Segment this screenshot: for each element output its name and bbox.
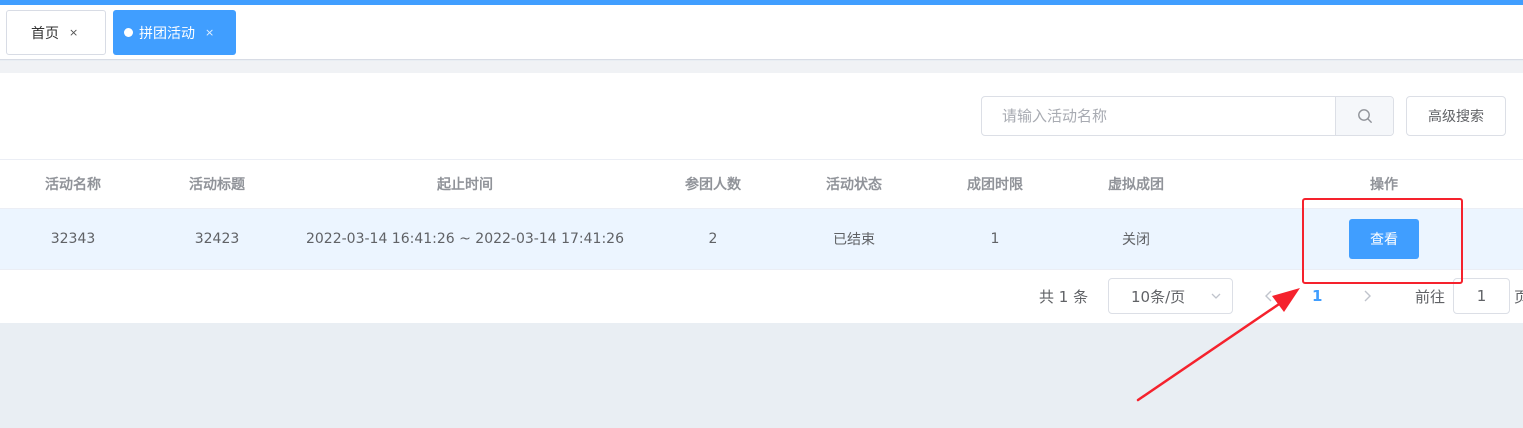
- goto-page-input[interactable]: 1: [1453, 278, 1510, 314]
- tab-group-buy-label: 拼团活动: [139, 25, 195, 42]
- header-activity-title: 活动标题: [189, 177, 245, 193]
- table-header: 活动名称 活动标题 起止时间 参团人数 活动状态 成团时限 虚拟成团 操作: [0, 159, 1523, 209]
- close-icon[interactable]: ×: [205, 26, 214, 39]
- header-actions: 操作: [1370, 177, 1398, 193]
- prev-page-button[interactable]: [1263, 278, 1275, 314]
- cell-virtual-group: 关闭: [1122, 232, 1150, 248]
- next-page-button[interactable]: [1361, 278, 1373, 314]
- search-input[interactable]: [982, 97, 1335, 135]
- cell-status: 已结束: [833, 232, 875, 248]
- close-icon[interactable]: ×: [69, 26, 78, 39]
- search-box: [981, 96, 1394, 136]
- goto-label: 前往: [1415, 287, 1446, 306]
- page-number-current[interactable]: 1: [1312, 278, 1322, 314]
- search-icon: [1357, 109, 1372, 123]
- chevron-left-icon: [1265, 290, 1272, 302]
- cell-time-limit: 1: [990, 231, 1000, 247]
- header-time-limit: 成团时限: [967, 177, 1023, 193]
- pagination: 共 1 条 10条/页 1 前往 1 页: [0, 278, 1523, 314]
- page-size-select[interactable]: 10条/页: [1108, 278, 1233, 314]
- advanced-search-button[interactable]: 高级搜索: [1406, 96, 1506, 136]
- page-suffix-label: 页: [1514, 287, 1523, 306]
- header-status: 活动状态: [826, 177, 882, 193]
- total-count: 共 1 条: [1039, 287, 1089, 306]
- header-participants: 参团人数: [685, 177, 741, 193]
- chevron-down-icon: [1211, 293, 1221, 299]
- tab-group-buy[interactable]: 拼团活动 ×: [113, 10, 236, 55]
- tab-home-label: 首页: [31, 25, 59, 42]
- cell-activity-title: 32423: [194, 231, 240, 247]
- chevron-right-icon: [1364, 290, 1371, 302]
- active-dot-icon: [124, 28, 133, 37]
- header-activity-name: 活动名称: [45, 177, 101, 193]
- view-button[interactable]: 查看: [1349, 219, 1419, 259]
- tabs-bar: 首页 × 拼团活动 ×: [0, 5, 1523, 60]
- search-button[interactable]: [1335, 97, 1393, 135]
- table-row: 32343 32423 2022-03-14 16:41:26 ~ 2022-0…: [0, 209, 1523, 270]
- header-virtual-group: 虚拟成团: [1108, 177, 1164, 193]
- content-gap: [0, 61, 1523, 73]
- page-size-value: 10条/页: [1131, 287, 1186, 306]
- tab-home[interactable]: 首页 ×: [6, 10, 106, 55]
- header-time-range: 起止时间: [437, 177, 493, 193]
- cell-actions: 查看: [1324, 209, 1444, 269]
- cell-participants: 2: [708, 231, 718, 247]
- cell-activity-name: 32343: [50, 231, 96, 247]
- cell-time-range: 2022-03-14 16:41:26 ~ 2022-03-14 17:41:2…: [305, 231, 624, 247]
- main-panel: 高级搜索 活动名称 活动标题 起止时间 参团人数 活动状态 成团时限 虚拟成团 …: [0, 73, 1523, 323]
